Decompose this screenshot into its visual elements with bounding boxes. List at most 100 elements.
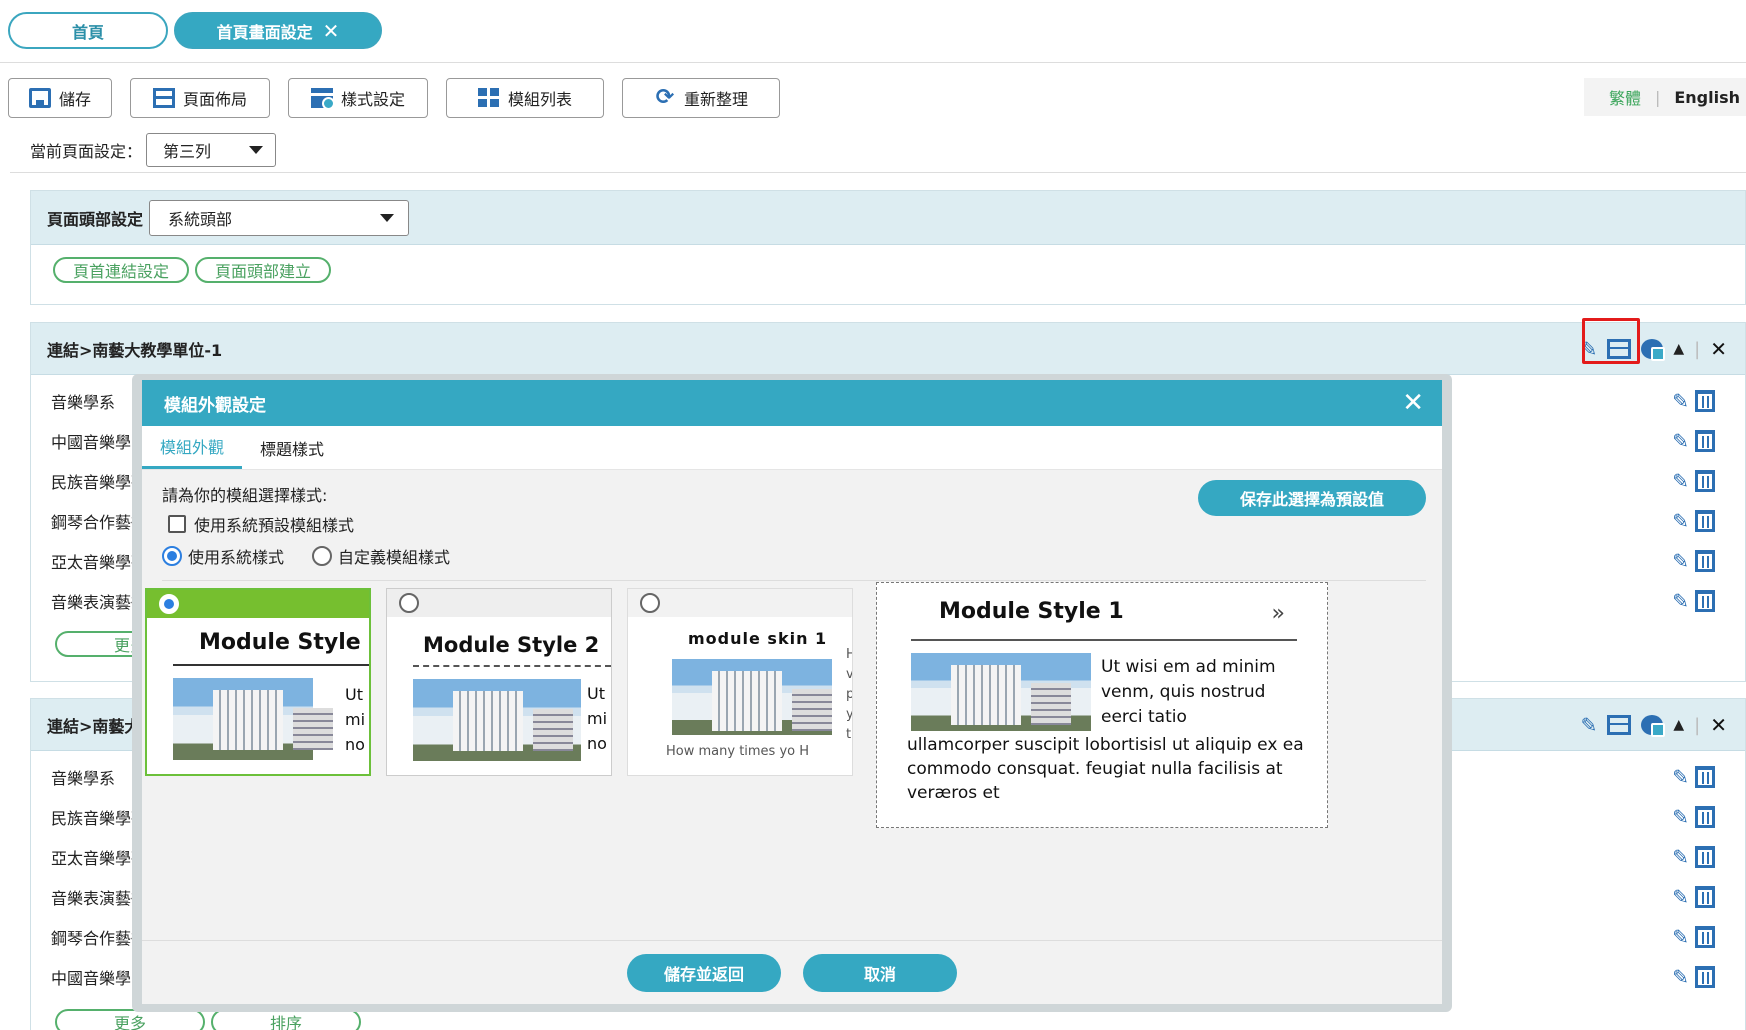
chevron-down-icon [380,213,395,222]
trash-icon[interactable] [1695,590,1715,612]
style-option-radio[interactable] [159,594,179,614]
edit-icon[interactable]: ✎ [1672,389,1689,413]
palette-icon[interactable] [1641,339,1666,361]
card-rule [413,665,611,667]
system-default-checkbox[interactable] [168,515,186,533]
chevron-right-icon: » [1271,601,1285,626]
trash-icon[interactable] [1695,806,1715,828]
palette-icon[interactable] [1641,715,1666,737]
style-option-card-3[interactable]: module skin 1 Hvpyt How many times yo H [627,588,853,776]
trash-icon[interactable] [1695,470,1715,492]
page-header-select-value: 系統頭部 [168,209,233,229]
lang-traditional-chinese[interactable]: 繁體 [1609,85,1641,109]
trash-icon[interactable] [1695,510,1715,532]
edit-icon[interactable]: ✎ [1672,469,1689,493]
header-link-settings-button[interactable]: 頁首連結設定 [53,257,190,283]
edit-icon[interactable]: ✎ [1672,965,1689,989]
edit-icon[interactable]: ✎ [1672,549,1689,573]
header-actions: 頁首連結設定 頁面頭部建立 [31,245,1745,283]
edit-icon[interactable]: ✎ [1672,885,1689,909]
preview-thumbnail [911,653,1091,731]
style-option-radio[interactable] [640,593,660,613]
system-style-radio[interactable] [162,546,182,566]
sort-button[interactable]: 排序 [211,1009,361,1030]
create-page-header-button[interactable]: 頁面頭部建立 [195,257,332,283]
card-title: Module Style [199,630,361,655]
tab-title-style[interactable]: 標題樣式 [242,426,342,469]
trash-icon[interactable] [1695,926,1715,948]
save-button[interactable]: 儲存 [8,78,112,118]
link-module-head: 連結>南藝大教學單位-1 [31,323,1745,375]
row-actions: ✎ [1672,429,1715,453]
trash-icon[interactable] [1695,846,1715,868]
style-preview: Module Style 1 » Ut wisi em ad minim ven… [876,582,1328,828]
module-appearance-icon[interactable] [1607,715,1632,735]
edit-icon[interactable]: ✎ [1672,845,1689,869]
tab-homepage-settings-label: 首頁畫面設定 [216,22,313,42]
tab-home[interactable]: 首頁 [8,12,168,49]
list-item-label: 音樂學系 [51,393,116,412]
layout-icon [152,88,175,108]
dialog-header: 模組外觀設定 ✕ [142,380,1442,426]
preview-title: Module Style 1 [939,599,1124,624]
card-thumbnail [413,679,581,761]
card-text: Ut mi no [587,681,607,756]
list-footer: 更多 排序 [55,1009,361,1030]
refresh-button[interactable]: ⟳ 重新整理 [622,78,780,118]
edit-icon[interactable]: ✎ [1672,805,1689,829]
close-icon[interactable]: ✕ [323,19,340,43]
edit-icon[interactable]: ✎ [1672,765,1689,789]
icon-separator: | [1694,714,1701,736]
trash-icon[interactable] [1695,390,1715,412]
page-layout-button[interactable]: 頁面佈局 [130,78,270,118]
trash-icon[interactable] [1695,966,1715,988]
save-as-default-button[interactable]: 保存此選擇為預設值 [1198,480,1426,516]
page-header-settings-panel: 頁面頭部設定 系統頭部 頁首連結設定 頁面頭部建立 [30,190,1746,305]
refresh-button-label: 重新整理 [683,90,748,109]
module-actions: ✎ ▲ | ✕ [1581,713,1727,737]
close-icon[interactable]: ✕ [1710,337,1727,361]
save-and-return-button[interactable]: 儲存並返回 [627,953,781,992]
edit-icon[interactable]: ✎ [1672,429,1689,453]
style-source-radios: 使用系統樣式 自定義模組樣式 [162,544,450,568]
row-actions: ✎ [1672,965,1715,989]
card-text-line: mi [345,710,366,729]
edit-icon[interactable]: ✎ [1672,509,1689,533]
close-icon[interactable]: ✕ [1710,713,1727,737]
language-switcher: 繁體 | English [1584,78,1746,116]
style-option-radio[interactable] [399,593,419,613]
page-header-select[interactable]: 系統頭部 [149,199,410,236]
trash-icon[interactable] [1695,766,1715,788]
row-actions: ✎ [1672,805,1715,829]
tab-module-appearance[interactable]: 模組外觀 [142,426,243,469]
tab-homepage-settings[interactable]: 首頁畫面設定 ✕ [174,12,382,49]
module-list-button[interactable]: 模組列表 [446,78,604,118]
move-up-icon[interactable]: ▲ [1673,341,1684,357]
lang-english[interactable]: English [1674,88,1740,107]
current-page-setting: 當前頁面設定： 第三列 [30,133,277,167]
move-up-icon[interactable]: ▲ [1673,717,1684,733]
style-option-card-1[interactable]: Module Style Ut mi no [145,588,371,776]
trash-icon[interactable] [1695,430,1715,452]
system-default-checkbox-label: 使用系統預設模組樣式 [194,516,355,535]
row-actions: ✎ [1672,469,1715,493]
system-style-radio-label: 使用系統樣式 [188,548,285,567]
edit-icon[interactable]: ✎ [1672,589,1689,613]
edit-icon[interactable]: ✎ [1672,925,1689,949]
trash-icon[interactable] [1695,550,1715,572]
current-page-select[interactable]: 第三列 [146,133,277,167]
custom-style-radio[interactable] [312,546,333,566]
card-thumbnail [672,659,832,735]
edit-icon[interactable]: ✎ [1581,713,1598,737]
more-button[interactable]: 更多 [55,1009,205,1030]
system-default-checkbox-row[interactable]: 使用系統預設模組樣式 [168,512,354,536]
card-text-line: mi [587,709,608,728]
cancel-button[interactable]: 取消 [803,953,957,992]
style-settings-button[interactable]: 樣式設定 [288,78,428,118]
close-icon[interactable]: ✕ [1402,388,1424,418]
card-side-letters: Hvpyt [846,647,853,742]
style-option-card-2[interactable]: Module Style 2 Ut mi no [386,588,612,776]
trash-icon[interactable] [1695,886,1715,908]
row-actions: ✎ [1672,845,1715,869]
card-rule [173,664,369,666]
